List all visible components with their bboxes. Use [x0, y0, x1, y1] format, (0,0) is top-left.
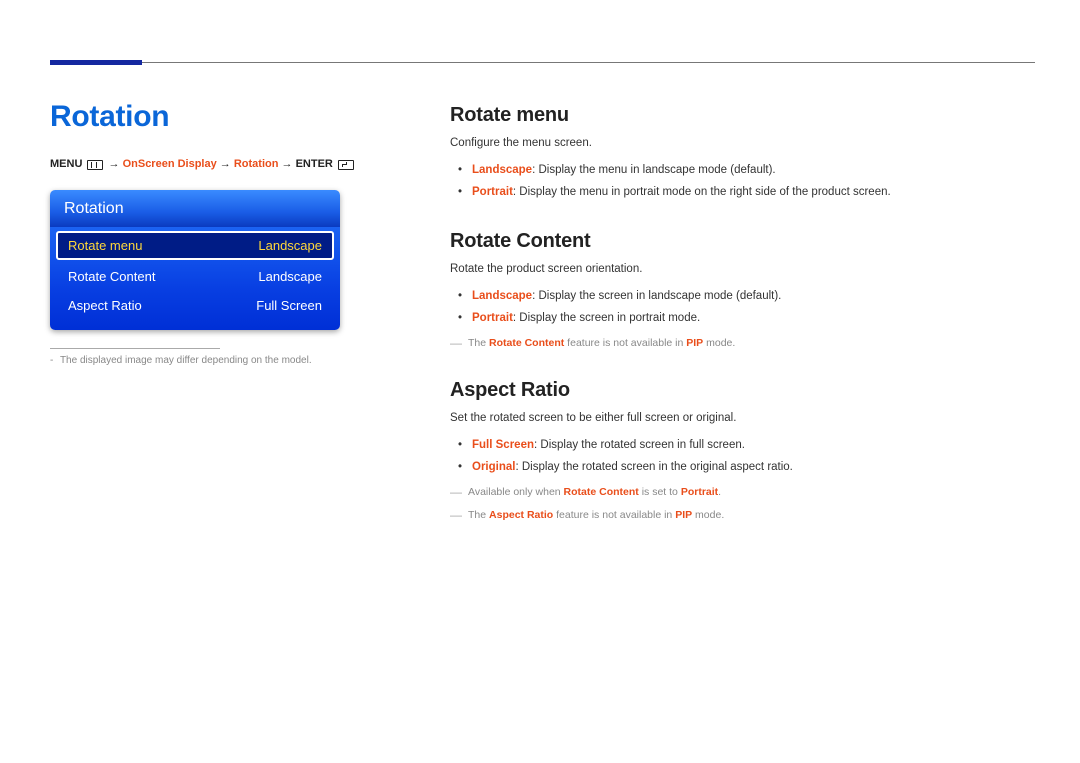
- header-rule: [50, 62, 1035, 63]
- section-title-rotate-menu: Rotate menu: [450, 104, 1035, 127]
- list-item: Portrait: Display the screen in portrait…: [472, 308, 1035, 330]
- breadcrumb-enter-label: ENTER: [296, 158, 333, 170]
- breadcrumb-step-2: Rotation: [234, 158, 279, 170]
- list-item-keyword: Landscape: [472, 164, 532, 176]
- osd-panel: Rotation Rotate menu Landscape Rotate Co…: [50, 190, 340, 330]
- note-text: mode.: [692, 509, 724, 521]
- breadcrumb-arrow-1: →: [109, 158, 123, 170]
- note-text: feature is not available in: [564, 337, 686, 349]
- section-title-rotate-content: Rotate Content: [450, 230, 1035, 253]
- note-aspect-ratio-2: The Aspect Ratio feature is not availabl…: [450, 506, 1035, 525]
- osd-row-rotate-content[interactable]: Rotate Content Landscape: [56, 262, 334, 291]
- note-text: Available only when: [468, 486, 564, 498]
- breadcrumb: MENU → OnScreen Display → Rotation → ENT…: [50, 156, 395, 172]
- osd-row-label: Aspect Ratio: [68, 298, 142, 313]
- list-item-text: : Display the screen in portrait mode.: [513, 312, 700, 324]
- menu-icon: [87, 160, 103, 170]
- list-item: Landscape: Display the menu in landscape…: [472, 160, 1035, 182]
- page-body: Rotation MENU → OnScreen Display → Rotat…: [50, 100, 1035, 524]
- list-rotate-content: Landscape: Display the screen in landsca…: [450, 286, 1035, 330]
- osd-row-value: Landscape: [258, 269, 322, 284]
- note-keyword: Rotate Content: [564, 486, 639, 498]
- note-text: .: [718, 486, 721, 498]
- breadcrumb-arrow-2: →: [220, 158, 234, 170]
- osd-row-value: Landscape: [258, 238, 322, 253]
- note-aspect-ratio-1: Available only when Rotate Content is se…: [450, 483, 1035, 502]
- footnote-text: The displayed image may differ depending…: [60, 355, 312, 366]
- list-rotate-menu: Landscape: Display the menu in landscape…: [450, 160, 1035, 204]
- osd-body: Rotate menu Landscape Rotate Content Lan…: [50, 227, 340, 330]
- footnote-dash: -: [50, 355, 53, 366]
- section-title-aspect-ratio: Aspect Ratio: [450, 379, 1035, 402]
- list-item-text: : Display the menu in portrait mode on t…: [513, 186, 891, 198]
- list-item-text: : Display the rotated screen in full scr…: [534, 439, 745, 451]
- note-keyword: PIP: [686, 337, 703, 349]
- page-title: Rotation: [50, 100, 395, 134]
- note-text: The: [468, 509, 489, 521]
- list-item-keyword: Full Screen: [472, 439, 534, 451]
- footnote-rule: [50, 348, 220, 349]
- list-item: Original: Display the rotated screen in …: [472, 457, 1035, 479]
- list-item-text: : Display the menu in landscape mode (de…: [532, 164, 776, 176]
- list-item-text: : Display the screen in landscape mode (…: [532, 290, 781, 302]
- list-item-keyword: Landscape: [472, 290, 532, 302]
- osd-row-aspect-ratio[interactable]: Aspect Ratio Full Screen: [56, 291, 334, 320]
- note-text: feature is not available in: [553, 509, 675, 521]
- breadcrumb-step-1: OnScreen Display: [123, 158, 217, 170]
- list-aspect-ratio: Full Screen: Display the rotated screen …: [450, 435, 1035, 479]
- osd-row-label: Rotate Content: [68, 269, 155, 284]
- note-text: is set to: [639, 486, 681, 498]
- section-intro-aspect-ratio: Set the rotated screen to be either full…: [450, 410, 1035, 427]
- section-intro-rotate-menu: Configure the menu screen.: [450, 135, 1035, 152]
- enter-icon: [338, 160, 354, 170]
- list-item-text: : Display the rotated screen in the orig…: [515, 461, 792, 473]
- note-keyword: Rotate Content: [489, 337, 564, 349]
- note-keyword: Portrait: [681, 486, 718, 498]
- section-intro-rotate-content: Rotate the product screen orientation.: [450, 261, 1035, 278]
- note-keyword: Aspect Ratio: [489, 509, 553, 521]
- osd-row-rotate-menu[interactable]: Rotate menu Landscape: [56, 231, 334, 260]
- note-rotate-content: The Rotate Content feature is not availa…: [450, 334, 1035, 353]
- breadcrumb-menu-label: MENU: [50, 158, 82, 170]
- list-item-keyword: Portrait: [472, 186, 513, 198]
- list-item: Landscape: Display the screen in landsca…: [472, 286, 1035, 308]
- note-keyword: PIP: [675, 509, 692, 521]
- osd-row-value: Full Screen: [256, 298, 322, 313]
- osd-caption: - The displayed image may differ dependi…: [50, 355, 395, 366]
- list-item: Full Screen: Display the rotated screen …: [472, 435, 1035, 457]
- note-text: The: [468, 337, 489, 349]
- osd-title: Rotation: [50, 190, 340, 227]
- note-text: mode.: [703, 337, 735, 349]
- list-item-keyword: Original: [472, 461, 515, 473]
- list-item-keyword: Portrait: [472, 312, 513, 324]
- breadcrumb-arrow-3: →: [282, 158, 296, 170]
- header-rule-accent: [50, 60, 142, 65]
- list-item: Portrait: Display the menu in portrait m…: [472, 182, 1035, 204]
- osd-row-label: Rotate menu: [68, 238, 142, 253]
- left-column: Rotation MENU → OnScreen Display → Rotat…: [50, 100, 395, 524]
- right-column: Rotate menu Configure the menu screen. L…: [450, 100, 1035, 524]
